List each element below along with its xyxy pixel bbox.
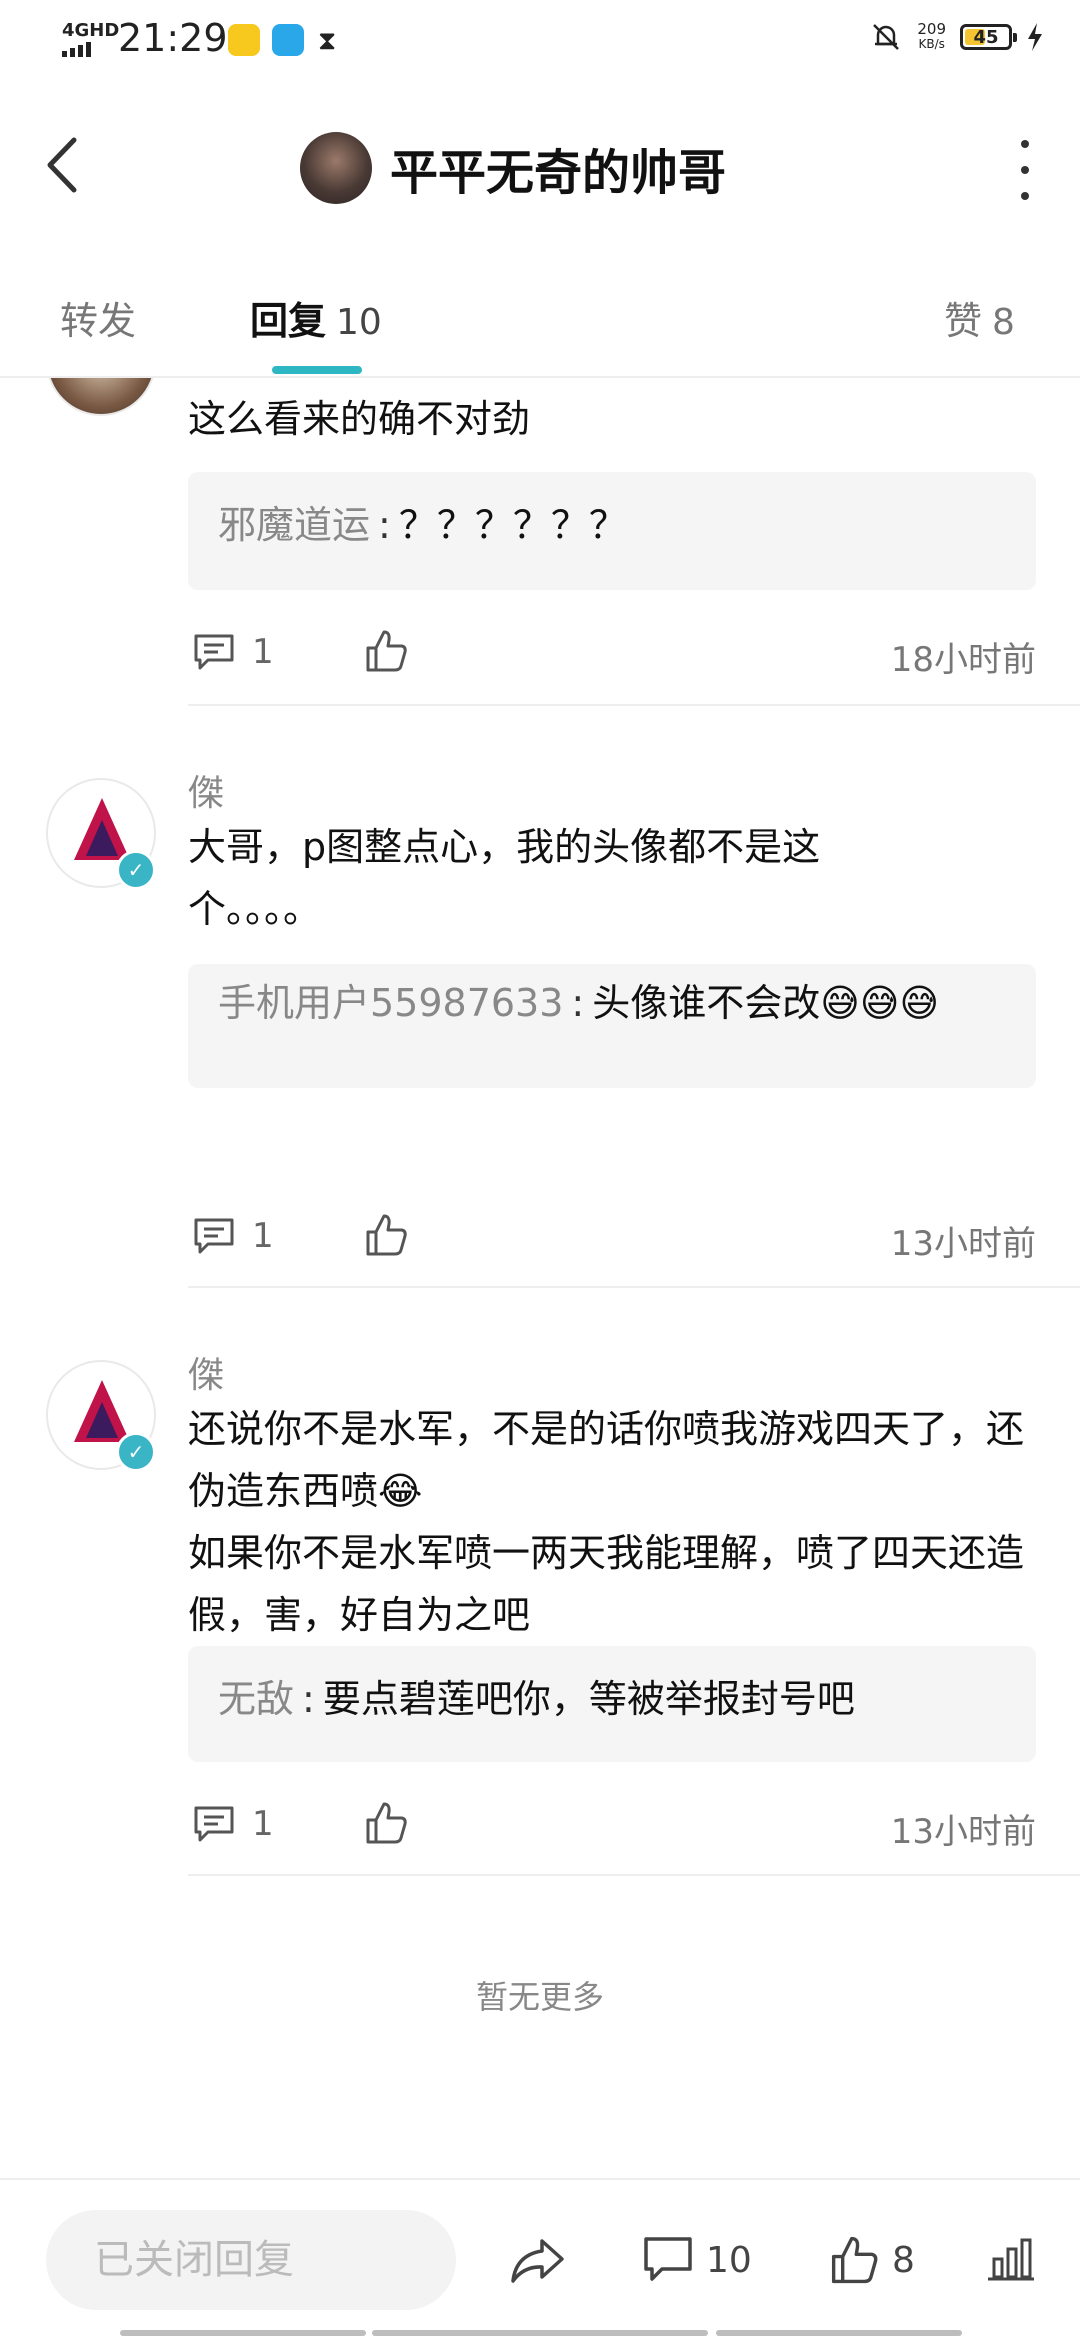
comment-icon (644, 2237, 692, 2281)
comment-author[interactable]: 傑 (188, 764, 224, 816)
comment-author[interactable]: 傑 (188, 1346, 224, 1398)
comment-icon[interactable] (192, 1216, 236, 1256)
chevron-left-icon (47, 137, 77, 193)
bottom-bar: 已关闭回复 10 8 (0, 2178, 1080, 2342)
divider (188, 704, 1080, 706)
comment-actions: 1 18小时前 (188, 622, 1036, 682)
nav-indicator (120, 2330, 366, 2336)
comment-actions: 1 13小时前 (188, 1794, 1036, 1854)
header: 平平无奇的帅哥 (0, 90, 1080, 240)
comment-time: 13小时前 (890, 1812, 1036, 1852)
tab-replies[interactable]: 回复 10 (250, 290, 382, 345)
clock: 21:29 (118, 16, 228, 60)
tab-forward[interactable]: 转发 (60, 290, 136, 345)
tab-likes[interactable]: 赞8 (944, 290, 1015, 345)
hourglass-icon: ⧗ (318, 26, 337, 56)
comment-actions: 1 13小时前 (188, 1206, 1036, 1266)
thumbs-up-icon (831, 2236, 878, 2284)
reply-text: 头像谁不会改😅😅😅 (592, 981, 940, 1025)
reply-user[interactable]: 手机用户55987633 (218, 981, 563, 1025)
comment-text: 大哥，p图整点心，我的头像都不是这个。。。。 (188, 825, 821, 931)
avatar[interactable] (46, 378, 156, 416)
reply-preview[interactable]: 邪魔道运:？？？？？？ (188, 472, 1036, 590)
back-button[interactable] (40, 130, 90, 200)
nav-indicator (372, 2330, 708, 2336)
comment-time: 18小时前 (890, 640, 1036, 680)
share-button[interactable] (508, 2230, 566, 2290)
like-count: 8 (892, 2239, 915, 2281)
share-icon (511, 2239, 564, 2283)
reply-preview[interactable]: 手机用户55987633: 头像谁不会改😅😅😅 (188, 964, 1036, 1088)
comments-button[interactable]: 10 (642, 2230, 752, 2290)
reply-preview[interactable]: 无敌: 要点碧莲吧你，等被举报封号吧 (188, 1646, 1036, 1762)
notification-app-icon (272, 24, 304, 56)
reply-count: 1 (252, 1804, 274, 1844)
tab-bar: 转发 回复 10 赞8 (0, 270, 1080, 378)
comment-text: 这么看来的确不对劲 (188, 397, 531, 441)
verified-icon: ✓ (116, 1432, 156, 1472)
reply-input-disabled: 已关闭回复 (46, 2210, 456, 2310)
nav-indicator (716, 2330, 962, 2336)
divider (188, 1286, 1080, 1288)
divider (188, 1874, 1080, 1876)
no-more-text: 暂无更多 (475, 1978, 604, 2016)
thumbs-up-icon[interactable] (364, 628, 408, 674)
title-group: 平平无奇的帅哥 (300, 132, 726, 204)
notification-app-icon (228, 24, 260, 56)
verified-icon: ✓ (116, 850, 156, 890)
like-button[interactable]: 8 (828, 2230, 915, 2290)
avatar[interactable] (300, 132, 372, 204)
comment-list: 这么看来的确不对劲 邪魔道运:？？？？？？ 1 18小时前 ✓ 傑 大哥，p图整… (0, 378, 1080, 2178)
reply-text: ？？？？？？ (398, 503, 627, 547)
comment-text: 还说你不是水军，不是的话你喷我游戏四天了，还伪造东西喷😂 如果你不是水军喷一两天… (188, 1407, 1025, 1637)
stats-button[interactable] (986, 2230, 1036, 2290)
more-button[interactable] (1010, 140, 1040, 200)
reply-count: 1 (252, 1216, 274, 1256)
comment-count: 10 (706, 2239, 752, 2281)
battery-level: 45 (973, 26, 999, 48)
charging-icon (1028, 23, 1042, 51)
page-title: 平平无奇的帅哥 (390, 145, 727, 201)
reply-count: 1 (252, 632, 274, 672)
reply-user[interactable]: 无敌 (218, 1677, 294, 1721)
more-vertical-icon (1021, 140, 1029, 148)
bar-chart-icon (988, 2238, 1034, 2281)
comment-icon[interactable] (192, 632, 236, 672)
signal-icon (62, 42, 91, 57)
reply-user[interactable]: 邪魔道运 (218, 503, 370, 547)
status-bar: 4GHD 21:29 ⧗ 209 KB/s 45 (0, 0, 1080, 80)
battery-icon: 45 (960, 24, 1017, 50)
network-type: 4GHD (62, 20, 120, 41)
thumbs-up-icon[interactable] (364, 1212, 408, 1258)
comment-time: 13小时前 (890, 1224, 1036, 1264)
comment-icon[interactable] (192, 1804, 236, 1844)
network-speed: 209 KB/s (917, 20, 946, 52)
mute-bell-icon (873, 24, 900, 50)
tab-indicator (272, 366, 362, 374)
reply-text: 要点碧莲吧你，等被举报封号吧 (322, 1677, 855, 1721)
thumbs-up-icon[interactable] (364, 1800, 408, 1846)
